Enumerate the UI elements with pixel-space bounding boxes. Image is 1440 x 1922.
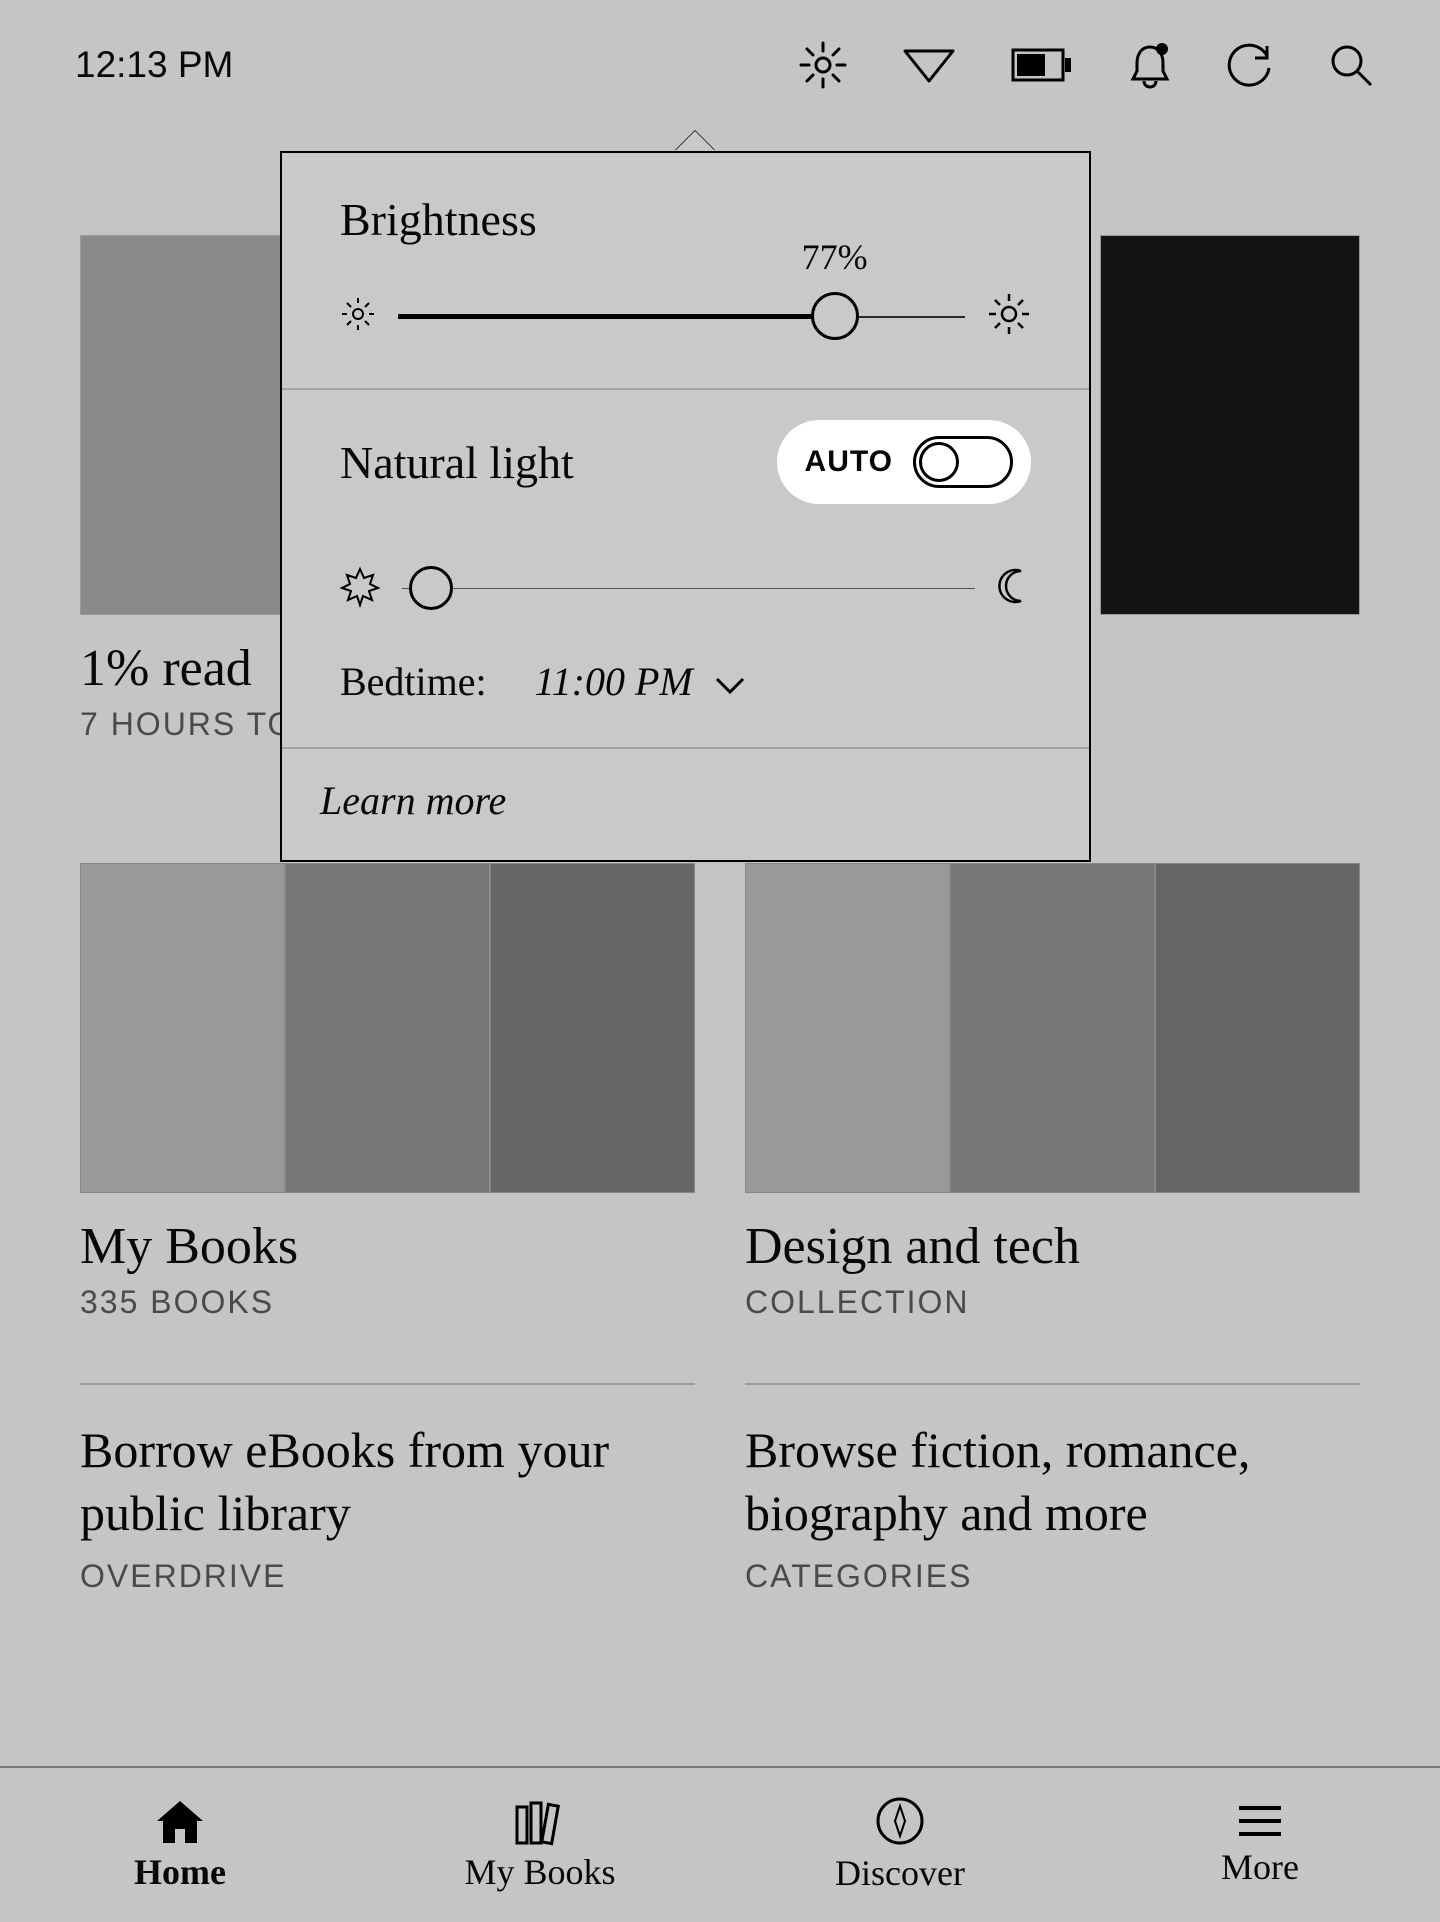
book-cover: [490, 863, 695, 1193]
book-cover: [950, 863, 1155, 1193]
link-subtitle: OVERDRIVE: [80, 1558, 695, 1595]
natural-light-slider[interactable]: [402, 558, 975, 618]
book-cover: [745, 863, 950, 1193]
section-title: My Books: [80, 1217, 695, 1276]
overdrive-link[interactable]: Borrow eBooks from your public library O…: [80, 1321, 695, 1595]
bedtime-picker[interactable]: 11:00 PM: [535, 658, 745, 705]
slider-thumb[interactable]: [811, 292, 859, 340]
tab-my-books[interactable]: My Books: [360, 1768, 720, 1922]
sun-outline-icon: [340, 566, 380, 611]
slider-thumb[interactable]: [409, 566, 453, 610]
bedtime-label: Bedtime:: [340, 658, 487, 705]
bell-icon[interactable]: [1127, 41, 1173, 89]
home-icon: [153, 1797, 207, 1845]
moon-icon: [997, 567, 1031, 610]
wifi-icon[interactable]: [901, 45, 957, 85]
brightness-value: 77%: [802, 236, 868, 278]
natural-light-section: Natural light AUTO: [282, 390, 1089, 747]
battery-icon[interactable]: [1011, 48, 1073, 82]
auto-toggle[interactable]: AUTO: [777, 420, 1031, 504]
tab-label: More: [1221, 1846, 1299, 1888]
tab-more[interactable]: More: [1080, 1768, 1440, 1922]
sync-icon[interactable]: [1227, 42, 1273, 88]
sun-high-icon: [987, 292, 1031, 341]
popover-pointer: [675, 131, 715, 151]
link-subtitle: CATEGORIES: [745, 1558, 1360, 1595]
book-cover: [285, 863, 490, 1193]
section-subtitle: COLLECTION: [745, 1284, 1360, 1321]
learn-more-label: Learn more: [320, 778, 506, 823]
natural-light-title: Natural light: [340, 436, 574, 489]
brightness-popover: Brightness 77% Natural light: [280, 131, 1091, 862]
toggle-switch[interactable]: [913, 436, 1013, 488]
menu-icon: [1235, 1802, 1285, 1840]
book-cover: [1155, 863, 1360, 1193]
brightness-title: Brightness: [340, 193, 1031, 246]
sun-low-icon: [340, 296, 376, 337]
brightness-icon[interactable]: [799, 41, 847, 89]
books-icon: [511, 1797, 569, 1845]
divider: [80, 1383, 695, 1385]
book-cover[interactable]: [1100, 235, 1360, 615]
tab-label: My Books: [464, 1851, 615, 1893]
clock: 12:13 PM: [75, 44, 233, 86]
tab-home[interactable]: Home: [0, 1768, 360, 1922]
status-bar: 12:13 PM: [0, 0, 1440, 130]
divider: [745, 1383, 1360, 1385]
categories-link[interactable]: Browse fiction, romance, biography and m…: [745, 1321, 1360, 1595]
tab-bar: Home My Books Discover More: [0, 1766, 1440, 1922]
status-icons: [799, 41, 1375, 89]
tab-label: Home: [134, 1851, 226, 1893]
link-title: Browse fiction, romance, biography and m…: [745, 1419, 1360, 1544]
search-icon[interactable]: [1327, 41, 1375, 89]
switch-knob: [919, 442, 959, 482]
section-title: Design and tech: [745, 1217, 1360, 1276]
learn-more-link[interactable]: Learn more: [282, 749, 1089, 860]
book-cover: [80, 863, 285, 1193]
auto-label: AUTO: [805, 445, 893, 479]
chevron-down-icon: [715, 658, 745, 705]
brightness-slider[interactable]: 77%: [398, 286, 965, 346]
brightness-section: Brightness 77%: [282, 153, 1089, 388]
bedtime-value: 11:00 PM: [535, 658, 693, 705]
link-title: Borrow eBooks from your public library: [80, 1419, 695, 1544]
compass-icon: [875, 1796, 925, 1846]
section-subtitle: 335 BOOKS: [80, 1284, 695, 1321]
tab-label: Discover: [835, 1852, 965, 1894]
tab-discover[interactable]: Discover: [720, 1768, 1080, 1922]
